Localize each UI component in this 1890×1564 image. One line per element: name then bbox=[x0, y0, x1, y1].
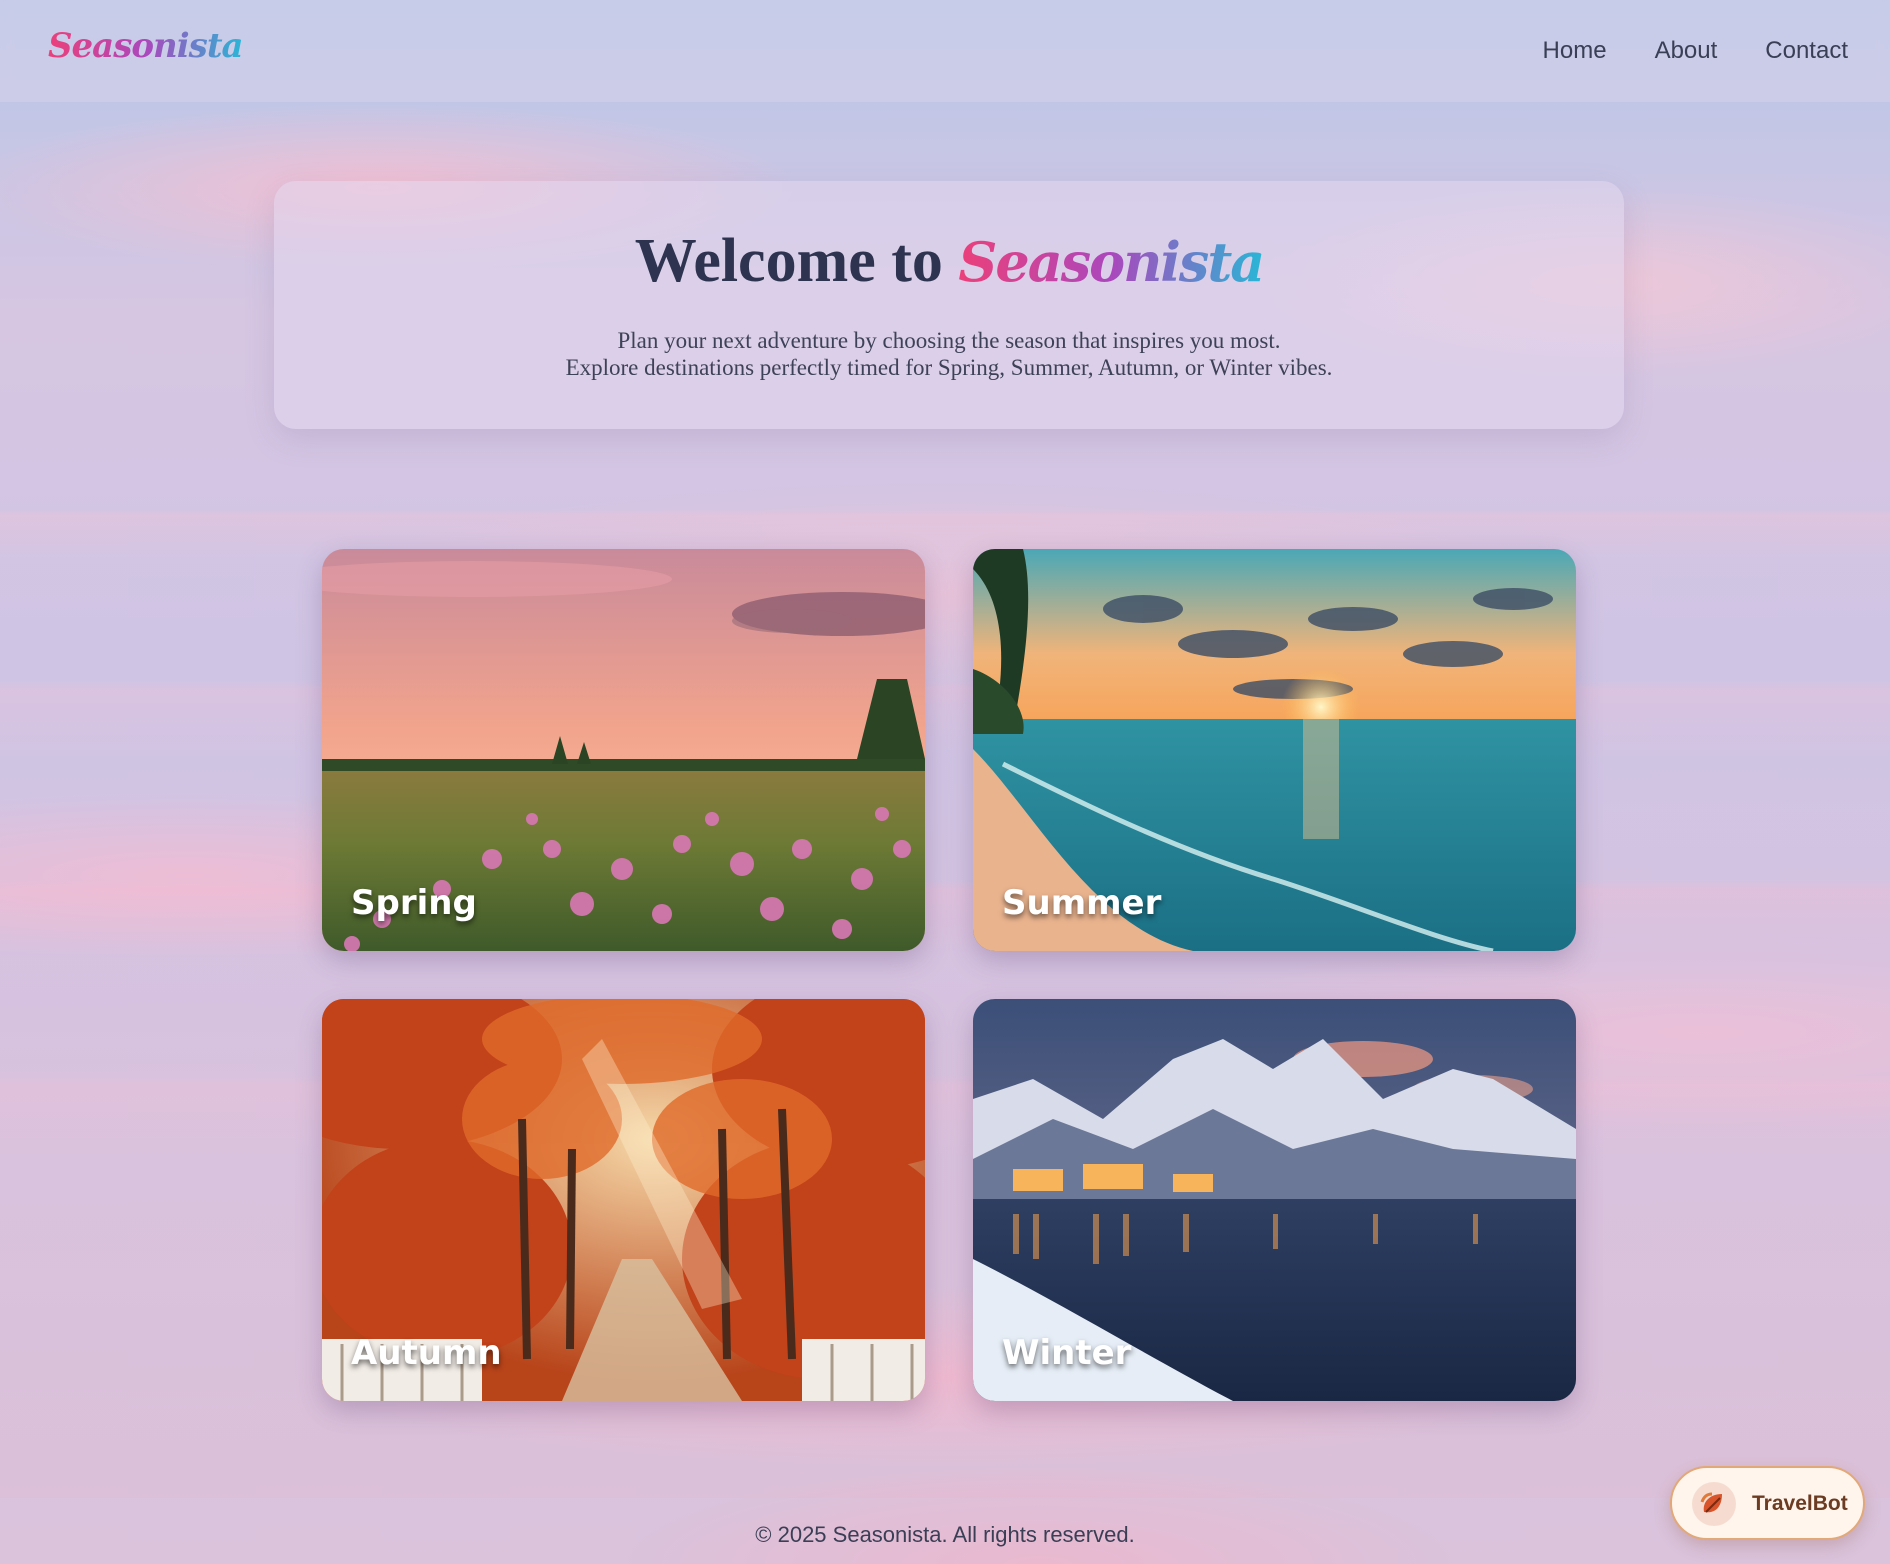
top-navbar: Seasonista Home About Contact bbox=[0, 0, 1890, 102]
brand-logo[interactable]: Seasonista bbox=[48, 26, 244, 66]
hero-subtitle-line-1: Plan your next adventure by choosing the… bbox=[617, 328, 1281, 353]
hero-title: Welcome to Seasonista bbox=[274, 226, 1624, 297]
page-footer: © 2025 Seasonista. All rights reserved. bbox=[0, 1498, 1890, 1564]
season-card-winter[interactable]: Winter bbox=[973, 999, 1576, 1401]
leaf-icon bbox=[1692, 1482, 1736, 1526]
season-label-winter: Winter bbox=[1002, 1333, 1132, 1373]
travelbot-button[interactable]: TravelBot bbox=[1670, 1466, 1865, 1540]
season-label-spring: Spring bbox=[351, 883, 477, 923]
hero-title-prefix: Welcome to bbox=[634, 227, 943, 295]
season-label-summer: Summer bbox=[1002, 883, 1162, 923]
season-card-autumn[interactable]: Autumn bbox=[322, 999, 925, 1401]
nav-links: Home About Contact bbox=[1543, 37, 1848, 65]
travelbot-label: TravelBot bbox=[1752, 1492, 1848, 1515]
hero-title-brand: Seasonista bbox=[958, 230, 1265, 294]
hero-panel: Welcome to Seasonista Plan your next adv… bbox=[274, 181, 1624, 429]
nav-link-contact[interactable]: Contact bbox=[1765, 37, 1848, 65]
nav-link-about[interactable]: About bbox=[1655, 37, 1718, 65]
nav-link-home[interactable]: Home bbox=[1543, 37, 1607, 65]
hero-subtitle-line-2: Explore destinations perfectly timed for… bbox=[565, 355, 1333, 380]
season-card-spring[interactable]: Spring bbox=[322, 549, 925, 951]
hero-subtitle: Plan your next adventure by choosing the… bbox=[274, 327, 1624, 381]
footer-copyright: © 2025 Seasonista. All rights reserved. bbox=[755, 1522, 1135, 1547]
season-card-summer[interactable]: Summer bbox=[973, 549, 1576, 951]
season-label-autumn: Autumn bbox=[351, 1333, 502, 1373]
